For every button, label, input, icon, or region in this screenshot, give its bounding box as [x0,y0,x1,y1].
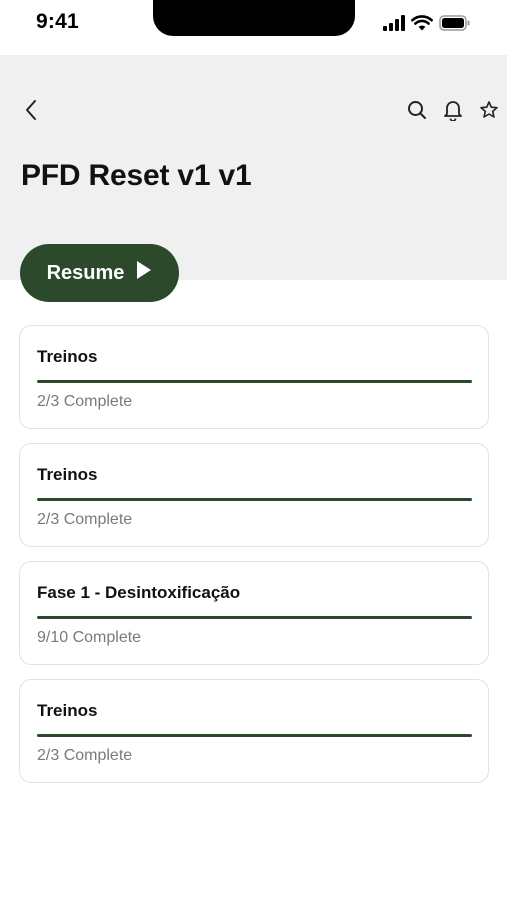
progress-fill [37,616,472,619]
favorite-button[interactable] [477,99,501,125]
notifications-button[interactable] [441,99,465,125]
search-icon [407,100,427,125]
module-status: 2/3 Complete [37,393,133,410]
page-title: PFD Reset v1 v1 [21,159,252,192]
progress-bar [37,616,472,619]
star-icon [479,100,499,125]
progress-fill [37,734,472,737]
module-title: Treinos [37,347,98,366]
battery-icon [439,15,471,31]
progress-fill [37,498,472,501]
module-status: 9/10 Complete [37,629,142,646]
back-chevron-icon [24,99,38,126]
cellular-signal-icon [383,15,405,31]
module-card[interactable]: Fase 1 - Desintoxificação 9/10 Complete [19,561,489,665]
module-card[interactable]: Treinos 2/3 Complete [19,325,489,429]
search-button[interactable] [405,99,429,125]
resume-button-label: Resume [46,261,125,284]
device-notch [153,0,355,36]
bell-icon [443,99,463,126]
progress-fill [37,380,472,383]
back-button[interactable] [18,99,44,125]
status-time: 9:41 [36,10,79,33]
status-bar: 9:41 [0,0,507,55]
progress-bar [37,380,472,383]
status-icons [383,15,471,31]
module-card[interactable]: Treinos 2/3 Complete [19,679,489,783]
play-icon [136,260,152,286]
header-actions [405,99,501,125]
resume-button[interactable]: Resume [20,244,179,302]
module-title: Fase 1 - Desintoxificação [37,583,241,602]
progress-bar [37,734,472,737]
module-title: Treinos [37,701,98,720]
module-list: Treinos 2/3 Complete Treinos 2/3 Complet… [19,325,489,797]
module-card[interactable]: Treinos 2/3 Complete [19,443,489,547]
module-title: Treinos [37,465,98,484]
module-status: 2/3 Complete [37,511,133,528]
progress-bar [37,498,472,501]
module-status: 2/3 Complete [37,747,133,764]
wifi-icon [411,15,433,31]
